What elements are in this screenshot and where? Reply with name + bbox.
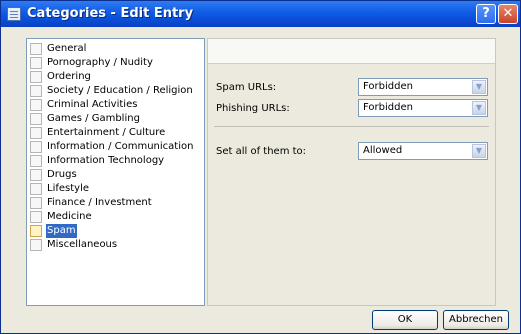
category-checkbox[interactable] <box>30 225 42 237</box>
phishing-urls-label: Phishing URLs: <box>216 103 290 114</box>
settings-panel: Spam URLs: Forbidden ▼ Phishing URLs: Fo… <box>207 38 496 306</box>
category-item[interactable]: Information / Communication <box>27 140 204 154</box>
close-button[interactable]: ✕ <box>498 4 518 24</box>
category-item[interactable]: Spam <box>27 224 204 238</box>
category-item[interactable]: Lifestyle <box>27 182 204 196</box>
spam-urls-value: Forbidden <box>363 81 413 92</box>
set-all-select[interactable]: Allowed ▼ <box>358 142 488 160</box>
spam-urls-select[interactable]: Forbidden ▼ <box>358 78 488 96</box>
category-label: Criminal Activities <box>47 99 138 110</box>
phishing-urls-select[interactable]: Forbidden ▼ <box>358 99 488 117</box>
panel-header <box>208 39 495 64</box>
category-item[interactable]: Ordering <box>27 70 204 84</box>
category-item[interactable]: Finance / Investment <box>27 196 204 210</box>
category-item[interactable]: Society / Education / Religion <box>27 84 204 98</box>
category-list[interactable]: General Pornography / Nudity Ordering Socie… <box>26 38 205 306</box>
category-checkbox[interactable] <box>30 57 42 69</box>
category-label: Medicine <box>47 211 92 222</box>
category-label: Information / Communication <box>47 141 194 152</box>
category-checkbox[interactable] <box>30 113 42 125</box>
window-app-icon <box>7 7 21 21</box>
phishing-urls-value: Forbidden <box>363 102 413 113</box>
category-checkbox[interactable] <box>30 43 42 55</box>
category-checkbox[interactable] <box>30 127 42 139</box>
category-checkbox[interactable] <box>30 197 42 209</box>
chevron-down-icon[interactable]: ▼ <box>472 101 486 115</box>
window-title: Categories - Edit Entry <box>27 6 194 21</box>
category-item[interactable]: Medicine <box>27 210 204 224</box>
cancel-button[interactable]: Abbrechen <box>443 310 509 330</box>
separator <box>214 126 489 127</box>
category-checkbox[interactable] <box>30 183 42 195</box>
category-label: Miscellaneous <box>47 239 118 250</box>
category-checkbox[interactable] <box>30 211 42 223</box>
spam-urls-label: Spam URLs: <box>216 82 277 93</box>
category-item[interactable]: Drugs <box>27 168 204 182</box>
category-item[interactable]: General <box>27 42 204 56</box>
category-item[interactable]: Information Technology <box>27 154 204 168</box>
set-all-value: Allowed <box>363 145 403 156</box>
category-label: Drugs <box>47 169 77 180</box>
category-item[interactable]: Entertainment / Culture <box>27 126 204 140</box>
category-checkbox[interactable] <box>30 239 42 251</box>
category-label: Spam <box>46 224 77 238</box>
category-checkbox[interactable] <box>30 155 42 167</box>
category-checkbox[interactable] <box>30 85 42 97</box>
category-checkbox[interactable] <box>30 141 42 153</box>
category-label: Lifestyle <box>47 183 90 194</box>
edit-entry-dialog: Categories - Edit Entry ? ✕ General Porno… <box>0 0 521 334</box>
set-all-label: Set all of them to: <box>216 146 307 157</box>
category-label: Information Technology <box>47 155 165 166</box>
category-label: Pornography / Nudity <box>47 57 153 68</box>
category-label: Entertainment / Culture <box>47 127 166 138</box>
category-checkbox[interactable] <box>30 169 42 181</box>
chevron-down-icon[interactable]: ▼ <box>472 144 486 158</box>
chevron-down-icon[interactable]: ▼ <box>472 80 486 94</box>
category-item[interactable]: Criminal Activities <box>27 98 204 112</box>
category-label: General <box>47 43 87 54</box>
category-item[interactable]: Miscellaneous <box>27 238 204 252</box>
category-checkbox[interactable] <box>30 99 42 111</box>
category-label: Society / Education / Religion <box>47 85 193 96</box>
title-bar[interactable]: Categories - Edit Entry ? ✕ <box>1 1 520 27</box>
category-item[interactable]: Pornography / Nudity <box>27 56 204 70</box>
ok-button[interactable]: OK <box>372 310 438 330</box>
help-button[interactable]: ? <box>476 4 496 24</box>
category-label: Finance / Investment <box>47 197 152 208</box>
category-label: Games / Gambling <box>47 113 140 124</box>
category-checkbox[interactable] <box>30 71 42 83</box>
category-label: Ordering <box>47 71 91 82</box>
category-item[interactable]: Games / Gambling <box>27 112 204 126</box>
